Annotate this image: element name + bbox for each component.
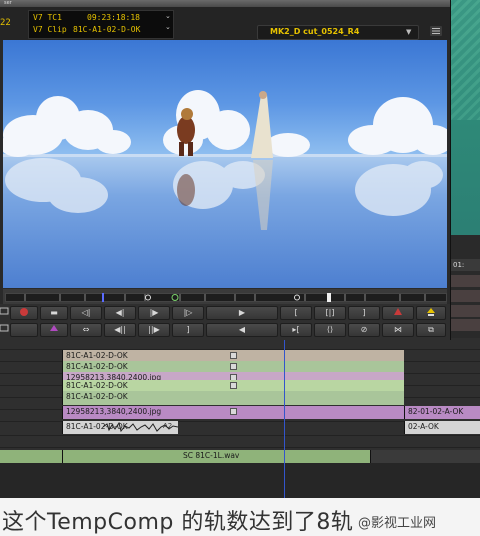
timeline-playhead[interactable] <box>284 338 285 498</box>
timeline-side-panel: 01: <box>450 235 480 338</box>
clip-marker-icon <box>230 408 237 415</box>
mark-clip-button[interactable]: ▬ <box>40 306 68 320</box>
timeline-clip[interactable]: 12958213,3840,2400.jpg <box>62 406 404 419</box>
transport-controls: ▬ ◁| ◀| |▶ |▷ ▶ [ [|] ] ⇔ ◀|| ||▶ ] ◀ ▸[… <box>0 304 450 340</box>
chevron-down-icon[interactable]: ⌄ <box>165 12 171 20</box>
extract-button[interactable] <box>416 306 446 320</box>
tracking-row-1: V7 TC1 <box>33 13 62 22</box>
clip-label: 82-01-02-A-OK <box>408 407 464 416</box>
clip-label: 02-A-OK <box>408 422 439 431</box>
go-prev-edit-button[interactable]: ◁| <box>70 306 102 320</box>
mark-clip-button[interactable]: [|] <box>314 306 346 320</box>
timeline-clip[interactable]: 82-01-02-A-OK <box>404 406 480 419</box>
caption-text: 这个TempComp 的轨数达到了8轨 <box>2 510 354 535</box>
window-title: ser <box>4 0 12 6</box>
record-icon <box>20 308 28 316</box>
timeline-audio-clip[interactable]: 81C-A1-02-D-OK A2 <box>62 421 178 434</box>
timeline-audio-clip[interactable]: 02-A-OK <box>404 421 480 434</box>
window-titlebar[interactable]: ser <box>0 0 450 7</box>
timeline-clip[interactable]: 81C-A1-02-D-OK <box>62 391 404 405</box>
composer-window: ser 22 V7 TC1 09:23:18:18 V7 Clip 81C-A1… <box>0 0 451 340</box>
step-back-10-button[interactable]: ◀|| <box>104 323 136 337</box>
cloud-reflections <box>5 158 443 216</box>
clip-label: 81C-A1-02-D-OK <box>66 392 128 401</box>
clip-marker-icon <box>230 363 237 370</box>
mark-in-button[interactable]: [ <box>280 306 312 320</box>
clip-label: 12958213,3840,2400.jpg <box>66 407 162 416</box>
step-forward-10-button[interactable]: ||▶ <box>138 323 170 337</box>
cloud-left <box>3 96 131 157</box>
timeline-clip[interactable]: 81C-A1-02-D-OK <box>62 361 404 372</box>
link-button[interactable] <box>40 323 68 337</box>
tracking-value-2: 81C-A1-02-D-OK <box>73 25 141 34</box>
tracking-row-2: V7 Clip <box>33 25 67 34</box>
clip-marker-icon <box>230 352 237 359</box>
splice-button[interactable]: ▸[ <box>280 323 312 337</box>
step-back-button[interactable]: ◀| <box>104 306 136 320</box>
frame-image <box>3 90 447 230</box>
timeline-track <box>0 463 480 499</box>
match-frame-button[interactable]: ⧉ <box>416 323 446 337</box>
timeline-track <box>0 436 480 448</box>
no-entry-button[interactable]: ⊘ <box>348 323 380 337</box>
watermark: @影视工业网 <box>358 516 437 531</box>
lift-button[interactable] <box>382 306 414 320</box>
timeline-panel[interactable]: 81C-A1-02-D-OK 81C-A1-02-D-OK 12958213,3… <box>0 338 480 499</box>
clip-marker-icon <box>230 382 237 389</box>
timeline-clip[interactable]: 81C-A1-02-D-OK <box>62 380 404 391</box>
side-toggle-icons[interactable] <box>0 306 10 336</box>
lift-purple-icon <box>50 325 58 331</box>
lift-icon <box>394 308 402 315</box>
figure-robed <box>251 91 273 158</box>
track-label: V7 <box>33 25 43 34</box>
desktop-background-texture <box>448 0 480 120</box>
jog-back-button[interactable]: ◀ <box>206 323 278 337</box>
clip-label: 81C-A1-02-D-OK <box>66 381 128 390</box>
timeline-empty-region <box>370 450 480 463</box>
extract-icon <box>427 308 435 316</box>
cloud-right <box>348 97 447 155</box>
clip-label: 81C-A1-02-D-OK <box>66 351 128 360</box>
clip-label: SC 81C-1L.wav <box>183 451 240 460</box>
mark-in-button[interactable] <box>10 306 38 320</box>
tracking-label: TC1 <box>47 13 62 22</box>
waveform-icon <box>103 422 178 433</box>
timeline-audio-clip[interactable] <box>0 450 62 463</box>
timecode-number: 22 <box>0 18 11 28</box>
overwrite-button[interactable]: ⟨⟩ <box>314 323 346 337</box>
mark-out-button[interactable]: ] <box>172 323 204 337</box>
clip-label: 81C-A1-02-D-OK <box>66 362 128 371</box>
timeline-clip[interactable]: 81C-A1-02-D-OK <box>62 350 404 361</box>
menu-icon[interactable] <box>430 26 442 36</box>
video-monitor[interactable] <box>3 40 447 288</box>
trim-button[interactable]: ⋈ <box>382 323 414 337</box>
ruler-label: 01: <box>453 261 465 269</box>
scrub-markers <box>24 293 426 302</box>
chevron-down-icon[interactable]: ▼ <box>406 28 411 36</box>
play-button[interactable]: ▶ <box>206 306 278 320</box>
track-label: V7 <box>33 13 43 22</box>
tracking-label: Clip <box>47 25 67 34</box>
mode-toggle-button[interactable] <box>10 323 38 337</box>
chevron-down-icon[interactable]: ⌄ <box>165 23 171 31</box>
timeline-audio-clip[interactable]: SC 81C-1L.wav <box>62 450 370 463</box>
tracking-value-1: 09:23:18:18 <box>87 13 140 22</box>
loop-button[interactable]: ⇔ <box>70 323 102 337</box>
step-forward-button[interactable]: |▶ <box>138 306 170 320</box>
go-next-edit-button[interactable]: |▷ <box>172 306 204 320</box>
mark-out-button[interactable]: ] <box>348 306 380 320</box>
sequence-name: MK2_D cut_0524_R4 <box>270 27 360 36</box>
tracking-info-panel[interactable]: V7 TC1 09:23:18:18 V7 Clip 81C-A1-02-D-O… <box>28 10 174 39</box>
